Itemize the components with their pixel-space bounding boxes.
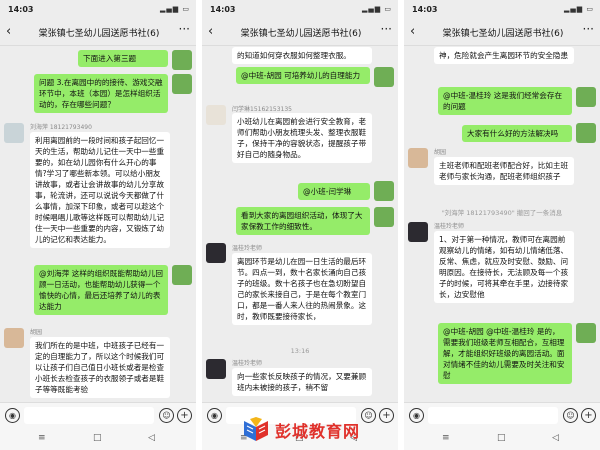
sender-name: 胡园 bbox=[30, 329, 43, 336]
avatar[interactable] bbox=[576, 87, 596, 107]
sender-name: 温桂玲老师 bbox=[232, 360, 263, 367]
plus-icon[interactable]: + bbox=[581, 408, 596, 423]
plus-icon[interactable]: + bbox=[177, 408, 192, 423]
menu-icon[interactable]: ≡ bbox=[442, 433, 450, 443]
message-bubble[interactable]: @中班-胡园 @中班-温桂玲 是的，需要我们班级老师互相配合，互相理解，才能组织… bbox=[438, 323, 572, 384]
avatar[interactable] bbox=[408, 222, 428, 242]
status-bar: 14:03 ▂▄▆ ▭ bbox=[202, 0, 398, 20]
timestamp: 13:16 bbox=[290, 347, 310, 355]
status-bar: 14:03 ▂▄▆ ▭ bbox=[404, 0, 600, 20]
home-icon[interactable]: □ bbox=[93, 433, 102, 443]
more-icon[interactable]: ··· bbox=[583, 22, 594, 36]
avatar[interactable] bbox=[172, 265, 192, 285]
avatar[interactable] bbox=[4, 328, 24, 348]
message-bubble[interactable]: 向一些家长反映孩子的情况，又要兼顾班内未被接的孩子，稍不留 bbox=[232, 368, 372, 396]
chat-title: 棠张镇七圣幼儿园送愿书社(6) bbox=[442, 29, 564, 39]
status-time: 14:03 bbox=[412, 5, 438, 14]
system-nav-bar: ≡ □ ◁ bbox=[0, 428, 196, 450]
system-nav-bar: ≡ □ ◁ bbox=[404, 428, 600, 450]
message-bubble[interactable]: 大家有什么好的方法解决吗 bbox=[462, 125, 572, 142]
avatar[interactable] bbox=[172, 74, 192, 94]
recall-notice: "刘海萍 18121793490" 撤回了一条消息 bbox=[441, 209, 563, 217]
message-bubble[interactable]: 神，危险就会产生离园环节的安全隐患 bbox=[434, 47, 574, 64]
avatar[interactable] bbox=[374, 67, 394, 87]
back-icon[interactable]: ◁ bbox=[148, 433, 155, 443]
message-bubble[interactable]: 看到大家的离园组织活动，体现了大家保教工作的细致性。 bbox=[236, 207, 370, 235]
message-bubble[interactable]: 的知道如何穿衣服如何整理衣服。 bbox=[232, 47, 372, 64]
input-bar: ◉ ☺ + bbox=[0, 402, 196, 428]
message-bubble[interactable]: 主班老师和配班老师配合好，比如主班老师与家长沟通，配班老师组织孩子 bbox=[434, 157, 574, 185]
message-input[interactable] bbox=[24, 407, 154, 424]
avatar[interactable] bbox=[206, 105, 226, 125]
avatar[interactable] bbox=[374, 181, 394, 201]
back-arrow-icon[interactable]: ‹ bbox=[6, 24, 11, 39]
avatar[interactable] bbox=[576, 123, 596, 143]
sender-name: 胡园 bbox=[434, 149, 447, 156]
home-icon[interactable]: □ bbox=[497, 433, 506, 443]
back-arrow-icon[interactable]: ‹ bbox=[410, 24, 415, 39]
phone-screen-1: 14:03 ▂▄▆ ▭ ‹ 棠张镇七圣幼儿园送愿书社(6) ··· 下面进入第三… bbox=[0, 0, 196, 450]
chat-header: ‹ 棠张镇七圣幼儿园送愿书社(6) ··· bbox=[404, 20, 600, 46]
message-bubble[interactable]: @中班-胡园 可培养幼儿的自理能力 bbox=[236, 67, 370, 84]
chat-title: 棠张镇七圣幼儿园送愿书社(6) bbox=[240, 29, 362, 39]
more-icon[interactable]: ··· bbox=[381, 22, 392, 36]
message-bubble[interactable]: 问题 3.在离园中的的接待、游戏交融环节中，本班（本园）是怎样组织活动的，存在哪… bbox=[34, 74, 168, 113]
sender-name: 温桂玲老师 bbox=[434, 223, 465, 230]
screenshot-collage: 14:03 ▂▄▆ ▭ ‹ 棠张镇七圣幼儿园送愿书社(6) ··· 下面进入第三… bbox=[0, 0, 600, 450]
back-arrow-icon[interactable]: ‹ bbox=[208, 24, 213, 39]
sender-name: 温桂玲老师 bbox=[232, 245, 263, 252]
sender-name: 刘海萍 18121793490 bbox=[30, 124, 92, 131]
watermark: 彭城教育网 bbox=[235, 412, 375, 446]
status-bar: 14:03 ▂▄▆ ▭ bbox=[0, 0, 196, 20]
chat-header: ‹ 棠张镇七圣幼儿园送愿书社(6) ··· bbox=[202, 20, 398, 46]
phone-screen-3: 14:03 ▂▄▆ ▭ ‹ 棠张镇七圣幼儿园送愿书社(6) ··· 神，危险就会… bbox=[404, 0, 600, 450]
chat-title: 棠张镇七圣幼儿园送愿书社(6) bbox=[38, 29, 160, 39]
phone-screen-2: 14:03 ▂▄▆ ▭ ‹ 棠张镇七圣幼儿园送愿书社(6) ··· 的知道如何穿… bbox=[202, 0, 398, 450]
chat-header: ‹ 棠张镇七圣幼儿园送愿书社(6) ··· bbox=[0, 20, 196, 46]
chat-area[interactable]: 神，危险就会产生离园环节的安全隐患 @中班-温桂玲 这是我们经常会存在的问题 大… bbox=[404, 47, 600, 402]
avatar[interactable] bbox=[408, 148, 428, 168]
plus-icon[interactable]: + bbox=[379, 408, 394, 423]
avatar[interactable] bbox=[172, 50, 192, 70]
status-time: 14:03 bbox=[210, 5, 236, 14]
voice-icon[interactable]: ◉ bbox=[207, 408, 222, 423]
input-bar: ◉ ☺ + bbox=[404, 402, 600, 428]
signal-battery-icon: ▂▄▆ ▭ bbox=[362, 5, 392, 13]
watermark-text: 彭城教育网 bbox=[275, 422, 361, 441]
message-bubble[interactable]: 我们所在的是中班，中班孩子已经有一定的自理能力了，所以这个时候我们可以让孩子们自… bbox=[30, 337, 170, 398]
message-bubble[interactable]: 离园环节是幼儿在园一日生活的最后环节。四点一到，数十名家长涌向自己孩子的班级。数… bbox=[232, 253, 372, 325]
signal-battery-icon: ▂▄▆ ▭ bbox=[564, 5, 594, 13]
back-icon[interactable]: ◁ bbox=[552, 433, 559, 443]
avatar[interactable] bbox=[206, 243, 226, 263]
message-bubble[interactable]: 利用离园前的一段时间和孩子起回忆一天的生活，帮助幼儿记住一天中一些重要的，如在幼… bbox=[30, 132, 170, 248]
message-bubble[interactable]: 1、对于第一种情况，教师可在离园前观察幼儿的情绪，如有幼儿情绪低落、反常、焦虑，… bbox=[434, 231, 574, 303]
menu-icon[interactable]: ≡ bbox=[38, 433, 46, 443]
avatar[interactable] bbox=[206, 359, 226, 379]
message-bubble[interactable]: 小班幼儿在离园前会进行安全教育，老师们帮助小朋友梳理头发、整理衣服鞋子，保持干净… bbox=[232, 113, 372, 163]
message-bubble[interactable]: 下面进入第三题 bbox=[78, 50, 168, 67]
sender-name: 闫学琳15162153135 bbox=[232, 106, 292, 113]
status-time: 14:03 bbox=[8, 5, 34, 14]
avatar[interactable] bbox=[576, 323, 596, 343]
avatar[interactable] bbox=[4, 123, 24, 143]
signal-battery-icon: ▂▄▆ ▭ bbox=[160, 5, 190, 13]
voice-icon[interactable]: ◉ bbox=[5, 408, 20, 423]
message-bubble[interactable]: @中班-温桂玲 这是我们经常会存在的问题 bbox=[438, 87, 572, 115]
emoji-icon[interactable]: ☺ bbox=[159, 408, 174, 423]
voice-icon[interactable]: ◉ bbox=[409, 408, 424, 423]
message-bubble[interactable]: @刘海萍 这样的组织既能帮助幼儿回顾一日活动，也能帮助幼儿获得一个愉快的心情，最… bbox=[34, 265, 168, 315]
message-input[interactable] bbox=[428, 407, 558, 424]
more-icon[interactable]: ··· bbox=[179, 22, 190, 36]
emoji-icon[interactable]: ☺ bbox=[563, 408, 578, 423]
chat-area[interactable]: 下面进入第三题 问题 3.在离园中的的接待、游戏交融环节中，本班（本园）是怎样组… bbox=[0, 47, 196, 402]
avatar[interactable] bbox=[374, 207, 394, 227]
chat-area[interactable]: 的知道如何穿衣服如何整理衣服。 @中班-胡园 可培养幼儿的自理能力 闫学琳151… bbox=[202, 47, 398, 402]
message-bubble[interactable]: @小班-闫学琳 bbox=[298, 183, 370, 200]
book-logo-icon bbox=[244, 417, 268, 441]
